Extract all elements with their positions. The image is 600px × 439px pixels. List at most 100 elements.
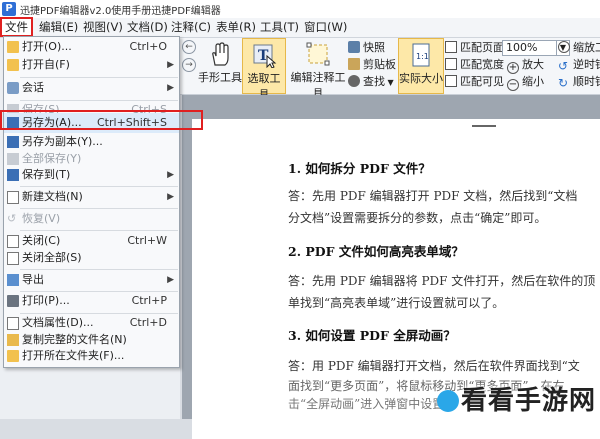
menu-print-label: 打印(P)... (22, 294, 70, 307)
answer-2-line-1: 答：先用 PDF 编辑器将 PDF 文件打开，然后在软件的顶 (288, 274, 596, 288)
snapshot-button[interactable]: 快照 (348, 39, 385, 56)
select-tool-button[interactable]: T 选取工具 (242, 38, 286, 101)
revert-icon: ↺ (7, 212, 17, 225)
zoom-out-label: 缩小 (522, 75, 544, 88)
rotate-ccw-icon: ↺ (558, 59, 569, 73)
open-folder-icon (7, 350, 19, 362)
question-1: 1. 如何拆分 PDF 文件？ (288, 161, 431, 176)
menu-comment[interactable]: 注释(C) (171, 19, 211, 35)
fit-page-icon (445, 41, 457, 53)
document-view[interactable]: 1. 如何拆分 PDF 文件？ 答：先用 PDF 编辑器打开 PDF 文档，然后… (182, 95, 600, 439)
fit-page-button[interactable]: 匹配页面 (445, 39, 504, 56)
menu-print[interactable]: 打印(P)... Ctrl+P (4, 291, 179, 311)
menu-close-all-label: 关闭全部(S) (22, 251, 82, 264)
submenu-arrow-icon: ▶ (167, 60, 174, 70)
watermark-text: 看看手游网 (460, 386, 596, 416)
menu-export-label: 导出 (22, 273, 44, 286)
back-icon[interactable]: ← (182, 40, 196, 54)
clipboard-button[interactable]: 剪贴板 ▼ (348, 56, 405, 73)
menu-new-document[interactable]: 新建文档(N) ▶ (4, 187, 179, 207)
rotate-cw-label: 顺时针 (573, 75, 600, 88)
menu-print-shortcut: Ctrl+P (131, 294, 167, 307)
copy-filename-icon (7, 334, 19, 346)
actual-size-icon: 1:1 (412, 43, 430, 67)
fit-page-label: 匹配页面 (460, 41, 504, 54)
folder-icon (7, 59, 19, 71)
zoom-out-button[interactable]: − 缩小 (507, 73, 544, 91)
svg-text:1:1: 1:1 (416, 52, 429, 61)
forward-icon[interactable]: → (182, 58, 196, 72)
menu-open[interactable]: 打开(O)... Ctrl+O (4, 37, 179, 57)
zoom-in-label: 放大 (522, 58, 544, 71)
fit-width-icon (445, 58, 457, 70)
save-to-icon (7, 169, 19, 181)
answer-3-line-3: 击“全屏动画”进入弹窗中设置 (288, 397, 445, 411)
menu-session-label: 会话 (22, 81, 44, 94)
printer-icon (7, 295, 19, 307)
menu-open-shortcut: Ctrl+O (129, 40, 167, 53)
find-dropdown-icon[interactable]: ▼ (385, 78, 394, 87)
file-menu: 打开(O)... Ctrl+O 打开自(F) ▶ 会话 ▶ 保存(S) Ctrl… (3, 36, 180, 368)
rotate-ccw-label: 逆时针 (573, 58, 600, 71)
rotate-cw-icon: ↻ (558, 76, 569, 90)
zoom-tool-label: 缩放工 (573, 41, 600, 54)
actual-size-button[interactable]: 1:1 实际大小 (398, 38, 444, 94)
properties-icon (7, 317, 19, 330)
menu-save-to-label: 保存到(T) (22, 168, 71, 181)
menu-session[interactable]: 会话 ▶ (4, 78, 179, 98)
zoom-input[interactable]: 100% (502, 40, 557, 56)
find-label: 查找 (363, 75, 385, 88)
menu-open-from[interactable]: 打开自(F) ▶ (4, 55, 179, 75)
answer-3-line-1: 答：用 PDF 编辑器打开文档，然后在软件界面找到“文 (288, 359, 580, 373)
fit-width-button[interactable]: 匹配宽度 (445, 56, 504, 73)
hand-tool-button[interactable]: 手形工具 (198, 38, 242, 92)
new-document-icon (7, 191, 19, 204)
menu-edit[interactable]: 编辑(E) (39, 19, 78, 35)
close-all-icon (7, 252, 19, 265)
submenu-arrow-icon: ▶ (167, 170, 174, 180)
zoom-tool-button[interactable]: 缩放工 (558, 39, 600, 56)
fit-width-label: 匹配宽度 (460, 58, 504, 71)
app-logo-icon: P (2, 2, 16, 16)
menu-window[interactable]: 窗口(W) (304, 19, 347, 35)
rotate-ccw-button[interactable]: ↺ 逆时针 (558, 56, 600, 73)
export-icon (7, 274, 19, 286)
toolbar: ← → 手形工具 T 选取工具 编辑注释工具 快照 剪贴板 ▼ 查找 ▼ (180, 38, 600, 101)
save-copy-icon (7, 136, 19, 148)
window-title: 迅捷PDF编辑器v2.0使用手册迅捷PDF编辑器 (20, 6, 221, 17)
zoom-in-button[interactable]: + 放大 (507, 56, 544, 74)
save-all-icon (7, 153, 19, 165)
hand-icon (212, 42, 229, 66)
submenu-arrow-icon: ▶ (167, 275, 174, 285)
camera-icon (348, 41, 360, 53)
menu-export[interactable]: 导出 ▶ (4, 270, 179, 290)
session-icon (7, 82, 19, 94)
menu-revert-label: 恢复(V) (22, 212, 61, 225)
menu-tools[interactable]: 工具(T) (260, 19, 299, 35)
folder-open-icon (7, 41, 19, 53)
submenu-arrow-icon: ▶ (167, 83, 174, 93)
question-3: 3. 如何设置 PDF 全屏动画？ (288, 328, 456, 343)
actual-size-label: 实际大小 (399, 72, 443, 85)
menu-open-from-label: 打开自(F) (22, 58, 70, 71)
menu-save-to[interactable]: 保存到(T) ▶ (4, 165, 179, 185)
submenu-arrow-icon: ▶ (167, 192, 174, 202)
question-2: 2. PDF 文件如何高亮表单域？ (288, 244, 464, 259)
fit-visible-button[interactable]: 匹配可见 (445, 73, 504, 90)
menu-file[interactable]: 文件 (0, 17, 33, 37)
menu-document[interactable]: 文档(D) (127, 19, 168, 35)
edit-annotation-tool-button[interactable]: 编辑注释工具 (286, 38, 350, 100)
fit-visible-icon (445, 75, 457, 87)
watermark-logo-icon (436, 390, 459, 412)
menu-form[interactable]: 表单(R) (216, 19, 256, 35)
menu-open-folder[interactable]: 打开所在文件夹(F)... (4, 346, 179, 366)
fit-visible-label: 匹配可见 (460, 75, 504, 88)
find-button[interactable]: 查找 ▼ (348, 73, 394, 90)
menu-revert[interactable]: ↺ 恢复(V) (4, 209, 179, 229)
answer-1-line-2: 分文档”设置需要拆分的参数，点击“确定”即可。 (288, 211, 547, 225)
rotate-cw-button[interactable]: ↻ 顺时针 (558, 73, 600, 90)
snapshot-label: 快照 (363, 41, 385, 54)
zoom-tool-icon (558, 41, 570, 53)
menu-view[interactable]: 视图(V) (83, 19, 123, 35)
menu-close-all[interactable]: 关闭全部(S) (4, 248, 179, 268)
